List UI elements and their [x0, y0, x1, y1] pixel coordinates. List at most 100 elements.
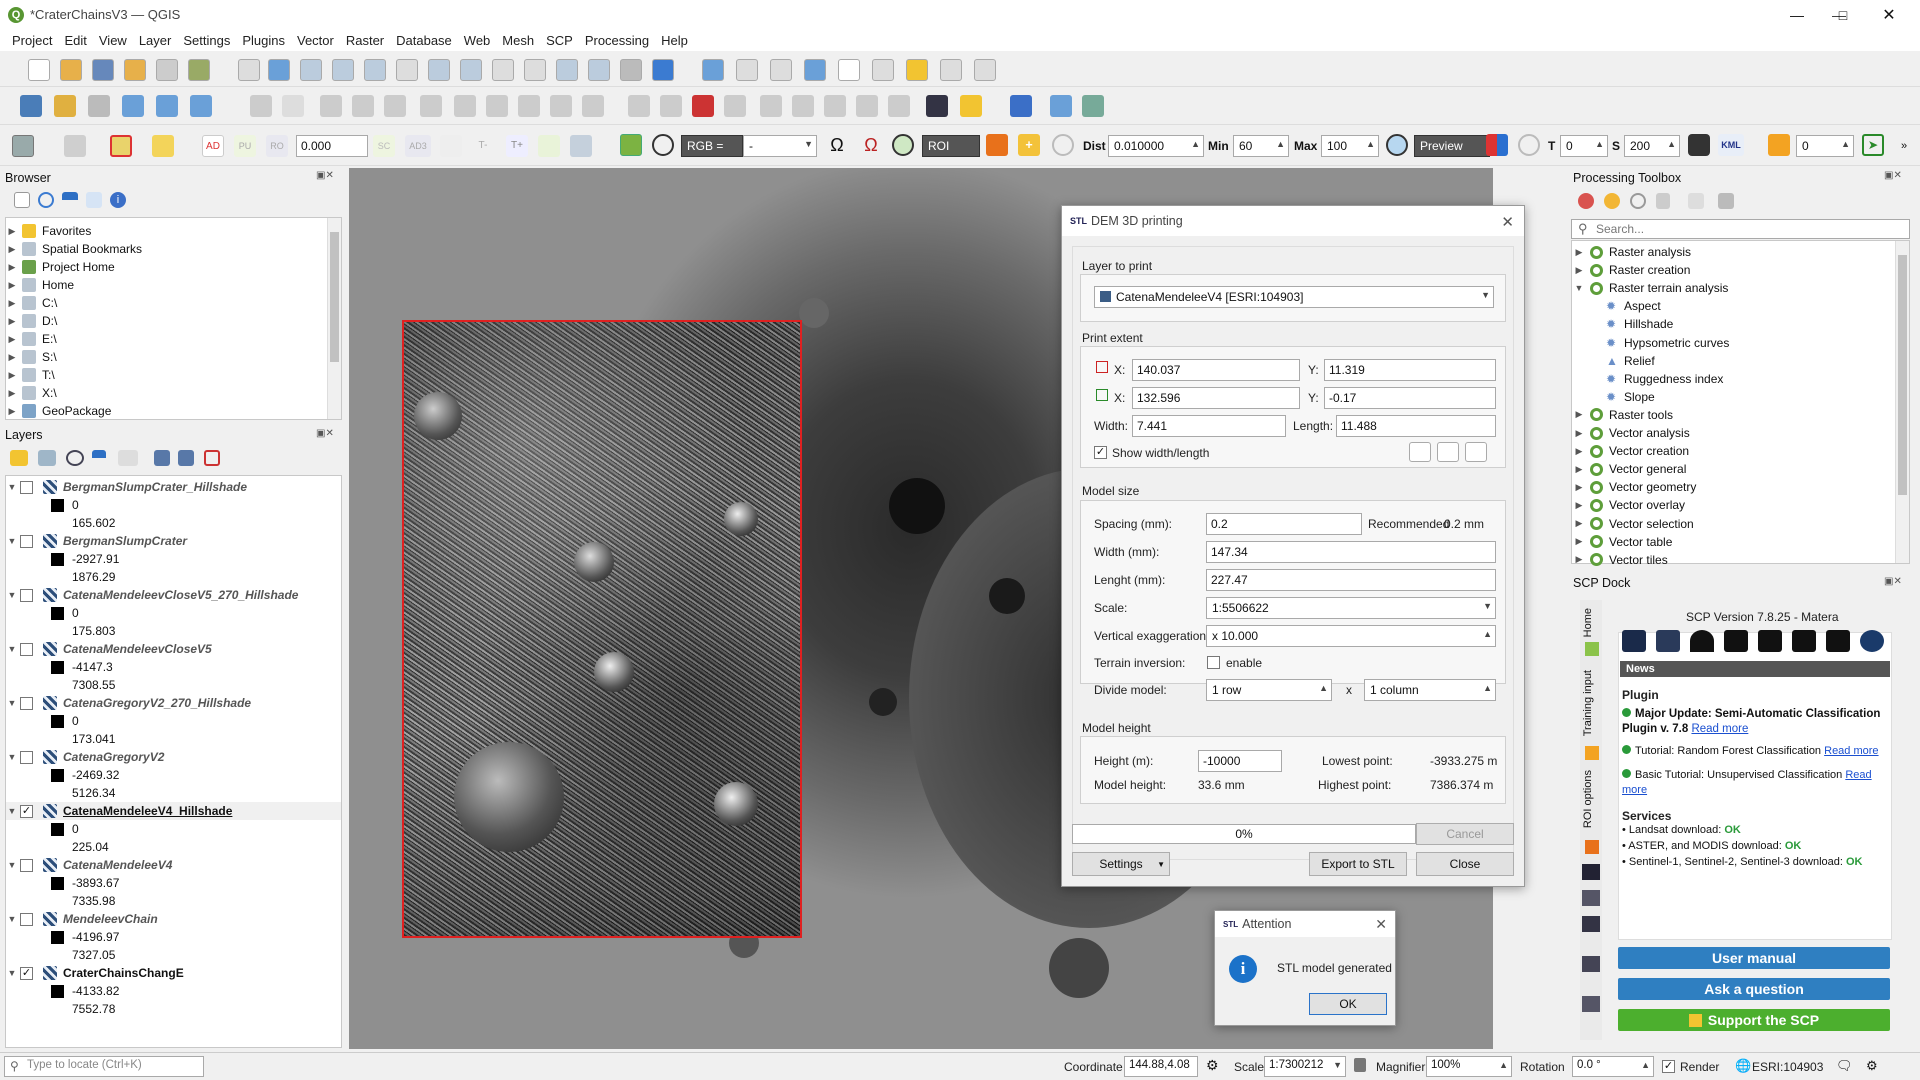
news1-link[interactable]: Read more [1691, 723, 1748, 735]
processing-scrollbar[interactable] [1895, 241, 1909, 563]
browser-item[interactable]: ▶ Project Home [6, 258, 115, 276]
extent-length-field[interactable]: 11.488 [1336, 415, 1496, 437]
layer-item[interactable]: ▼ BergmanSlumpCrater_Hillshade [6, 478, 341, 496]
layers-dock-close-icon[interactable]: ▣✕ [316, 428, 334, 439]
rotation-spinbox[interactable]: 0.0 ° ▲ [1572, 1056, 1654, 1077]
filter-legend-icon[interactable] [92, 450, 106, 466]
expand-arrow-icon[interactable]: ▶ [6, 370, 18, 381]
s-spinbox[interactable]: 200 ▲ [1624, 135, 1680, 157]
scripts-icon[interactable] [1604, 193, 1620, 209]
help-icon[interactable] [1010, 95, 1032, 117]
plugin-manager-icon[interactable] [1050, 95, 1072, 117]
redo-icon[interactable] [582, 95, 604, 117]
processing-item[interactable]: ✹ Aspect [1572, 297, 1661, 315]
expand-arrow-icon[interactable]: ▶ [6, 226, 18, 237]
zoom-full-icon[interactable] [364, 59, 386, 81]
layer-visibility-checkbox[interactable] [20, 588, 33, 602]
table-icon[interactable] [64, 135, 86, 157]
expand-arrow-icon[interactable]: ▶ [1572, 500, 1586, 511]
width-mm-field[interactable]: 147.34 [1206, 541, 1496, 563]
refresh-icon[interactable] [652, 59, 674, 81]
lock-scale-icon[interactable] [1354, 1058, 1366, 1072]
tab-training-input[interactable]: Training input [1582, 670, 1594, 736]
expand-arrow-icon[interactable]: ▶ [1572, 446, 1586, 457]
layer-visibility-checkbox[interactable] [20, 858, 33, 872]
select-extent-icon[interactable] [1465, 442, 1487, 462]
filter-icon[interactable] [62, 192, 78, 208]
menu-item-8[interactable]: Database [390, 33, 458, 48]
t-spinbox[interactable]: 0 ▲ [1560, 135, 1608, 157]
expand-arrow-icon[interactable]: ▶ [1572, 409, 1586, 420]
collapse-all-icon[interactable] [86, 192, 102, 208]
browser-item[interactable]: ▶ Spatial Bookmarks [6, 240, 142, 258]
processing-item[interactable]: ▶ Vector analysis [1572, 424, 1690, 442]
divide-rows-spinbox[interactable]: 1 row ▲ [1206, 679, 1332, 701]
statistics-icon[interactable] [770, 59, 792, 81]
zoom-native-icon[interactable] [460, 59, 482, 81]
expand-arrow-icon[interactable]: ▶ [6, 244, 18, 255]
menu-item-1[interactable]: Edit [58, 33, 92, 48]
layer-item[interactable]: ▼ CatenaGregoryV2_270_Hillshade [6, 694, 341, 712]
new-shapefile-icon[interactable] [88, 95, 110, 117]
layer-visibility-checkbox[interactable] [20, 642, 33, 656]
scp-input-icon[interactable] [620, 134, 642, 156]
arch-icon[interactable]: Ω [860, 134, 882, 156]
magnifier-spinbox[interactable]: 100% ▲ [1426, 1056, 1512, 1077]
collapse-all-layers-icon[interactable] [178, 450, 194, 466]
measure-icon[interactable] [872, 59, 894, 81]
label-pin-icon[interactable] [660, 95, 682, 117]
menu-item-2[interactable]: View [93, 33, 133, 48]
roi-tool-icon[interactable] [538, 135, 560, 157]
expand-all-icon[interactable] [154, 450, 170, 466]
menu-item-4[interactable]: Settings [177, 33, 236, 48]
zoom-in-icon[interactable] [300, 59, 322, 81]
eraser-icon[interactable] [570, 135, 592, 157]
expand-arrow-icon[interactable]: ▶ [1572, 464, 1586, 475]
sc-button[interactable]: SC [373, 135, 395, 157]
tool-stack-icon[interactable] [1582, 864, 1600, 880]
label-move-icon[interactable] [724, 95, 746, 117]
deselect-icon[interactable] [110, 135, 132, 157]
crs-label[interactable]: ESRI:104903 [1752, 1060, 1823, 1074]
expand-arrow-icon[interactable]: ▶ [6, 298, 18, 309]
add-selected-icon[interactable] [14, 192, 30, 208]
browser-scrollbar-thumb[interactable] [330, 232, 339, 362]
new-geopackage-icon[interactable] [54, 95, 76, 117]
processing-item[interactable]: ✹ Slope [1572, 388, 1655, 406]
processing-item[interactable]: ▶ Vector creation [1572, 442, 1690, 460]
expand-arrow-icon[interactable]: ▶ [6, 406, 18, 417]
show-bookmarks-icon[interactable] [588, 59, 610, 81]
attention-close-icon[interactable]: ✕ [1375, 916, 1387, 933]
open-project-icon[interactable] [60, 59, 82, 81]
cut-icon[interactable] [454, 95, 476, 117]
new-temp-layer-icon[interactable] [190, 95, 212, 117]
terrain-inversion-checkbox[interactable] [1207, 656, 1220, 669]
toolbar-overflow-icon[interactable]: » [1893, 135, 1915, 157]
pan-icon[interactable] [238, 59, 260, 81]
processing-item[interactable]: ▲ Relief [1572, 352, 1655, 370]
collapse-arrow-icon[interactable]: ▼ [6, 860, 18, 870]
lenght-mm-field[interactable]: 227.47 [1206, 569, 1496, 591]
redo-roi-icon[interactable] [1052, 134, 1074, 156]
band-tool-icon[interactable] [1582, 890, 1600, 906]
browser-item[interactable]: ▶ Favorites [6, 222, 91, 240]
run-arrow-icon[interactable]: ➤ [1862, 134, 1884, 156]
settings-button[interactable]: Settings ▼ [1072, 852, 1170, 876]
menu-item-7[interactable]: Raster [340, 33, 390, 48]
menu-item-12[interactable]: Processing [579, 33, 655, 48]
scp-dock-close-icon[interactable]: ▣✕ [1884, 576, 1902, 587]
results-icon[interactable] [1656, 193, 1670, 209]
scale-select[interactable]: 1:5506622 ▼ [1206, 597, 1496, 619]
postprocess-tool-icon[interactable] [1582, 996, 1600, 1012]
layer-item[interactable]: ▼ ✓ CraterChainsChangE [6, 964, 341, 982]
vertical-exaggeration-spinbox[interactable]: x 10.000 ▲ [1206, 625, 1496, 647]
browser-dock-close-icon[interactable]: ▣✕ [316, 170, 334, 181]
collapse-arrow-icon[interactable]: ▼ [6, 644, 18, 654]
add-feature-icon[interactable] [352, 95, 374, 117]
menu-item-3[interactable]: Layer [133, 33, 178, 48]
toggle-editing-icon[interactable] [282, 95, 304, 117]
roi-square-icon[interactable] [440, 135, 462, 157]
ok-button[interactable]: OK [1309, 993, 1387, 1015]
layer-item[interactable]: ▼ CatenaMendeleevCloseV5_270_Hillshade [6, 586, 341, 604]
processing-item[interactable]: ▶ Vector selection [1572, 515, 1694, 533]
